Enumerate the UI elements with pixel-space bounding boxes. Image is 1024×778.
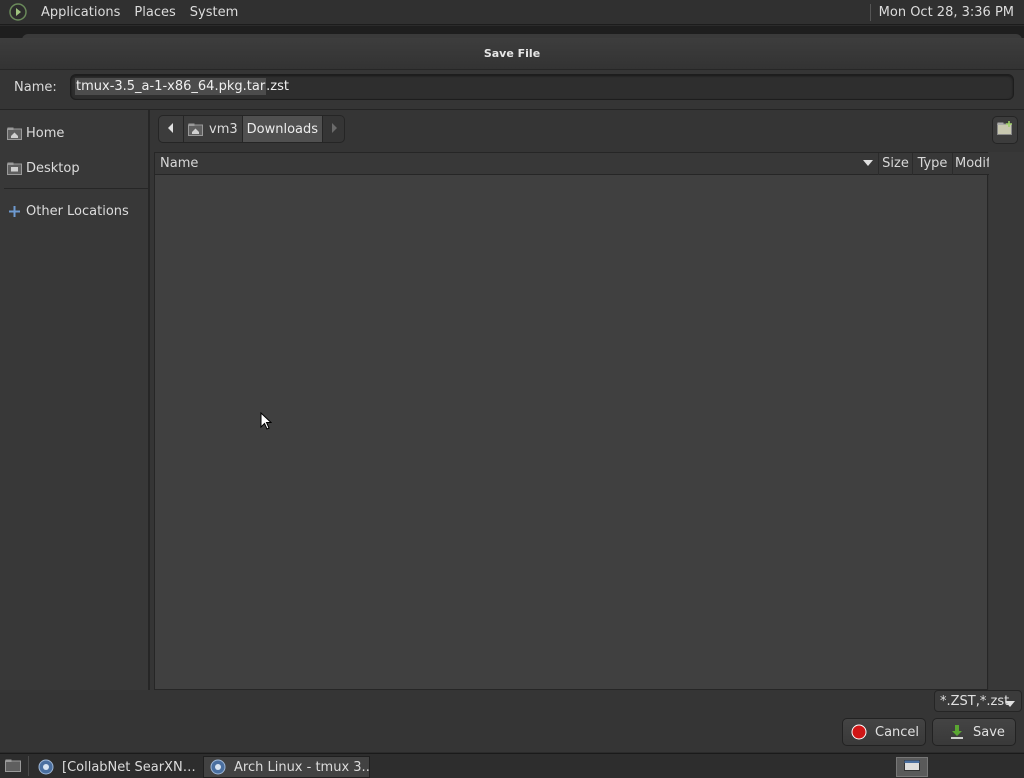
cancel-icon: [851, 724, 867, 740]
show-desktop-button[interactable]: [2, 758, 24, 776]
workspace-switcher-1[interactable]: [896, 757, 928, 777]
column-header-size[interactable]: Size: [879, 152, 913, 175]
dialog-title: Save File: [483, 47, 541, 60]
browser-icon: [210, 759, 226, 775]
save-file-dialog: Save File Name: tmux-3.5_a-1-x86_64.pkg.…: [0, 38, 1024, 752]
download-icon: [949, 724, 965, 740]
filename-input[interactable]: tmux-3.5_a-1-x86_64.pkg.tar.zst: [70, 74, 1014, 100]
sort-descending-icon: [863, 153, 873, 175]
desktop-folder-icon: [6, 160, 22, 176]
sidebar-item-label: Home: [26, 125, 65, 141]
column-header-label: Name: [160, 155, 199, 171]
new-folder-icon: [997, 121, 1013, 139]
menu-applications[interactable]: Applications: [34, 0, 127, 25]
save-button[interactable]: Save: [932, 718, 1016, 746]
sidebar-item-home[interactable]: Home: [0, 118, 148, 148]
column-header-row: Name Size Type Modified: [155, 152, 989, 175]
sidebar-item-desktop[interactable]: Desktop: [0, 153, 148, 183]
sidebar-item-label: Other Locations: [26, 203, 129, 219]
sidebar-item-label: Desktop: [26, 160, 80, 176]
save-button-label: Save: [973, 724, 1005, 740]
path-segment-downloads[interactable]: Downloads: [242, 115, 324, 143]
sidebar-item-other-locations[interactable]: Other Locations: [0, 196, 148, 226]
new-folder-button[interactable]: [992, 116, 1018, 144]
path-forward-button[interactable]: [323, 115, 346, 143]
chevron-down-icon: [1005, 697, 1015, 712]
filter-selected-value: *.ZST,*.zst: [940, 693, 1010, 709]
workspace-window-icon: [904, 759, 920, 775]
home-folder-icon: [188, 123, 203, 136]
menu-system[interactable]: System: [183, 0, 245, 25]
path-bar: vm3 Downloads: [158, 114, 346, 144]
column-header-name[interactable]: Name: [155, 152, 879, 175]
path-segment-label: Downloads: [246, 121, 319, 137]
taskbar-separator: [28, 756, 29, 776]
column-header-label: Size: [882, 155, 909, 171]
file-list[interactable]: Name Size Type Modified: [154, 152, 989, 690]
name-row: Name: tmux-3.5_a-1-x86_64.pkg.tar.zst: [0, 74, 1024, 102]
taskbar-item-label: [CollabNet SearXN…: [62, 759, 196, 775]
taskbar-item-label: Arch Linux - tmux 3.…: [234, 759, 370, 775]
background-window-strip: [0, 26, 1024, 44]
taskbar-item-arch-linux[interactable]: Arch Linux - tmux 3.…: [203, 756, 370, 778]
filename-extension-text: .zst: [266, 79, 289, 94]
path-segment-vm3[interactable]: vm3: [184, 115, 243, 143]
path-back-button[interactable]: [158, 115, 184, 143]
places-sidebar: Home Desktop Other Locations: [0, 110, 150, 690]
taskbar-item-collabnet[interactable]: [CollabNet SearXN…: [32, 756, 196, 778]
list-scroll-gutter: [989, 152, 1024, 690]
panel-separator: [869, 3, 871, 21]
cancel-button[interactable]: Cancel: [842, 718, 926, 746]
dialog-titlebar[interactable]: Save File: [0, 38, 1024, 70]
home-folder-icon: [6, 125, 22, 141]
taskbar: [CollabNet SearXN… Arch Linux - tmux 3.…: [0, 753, 1024, 778]
sidebar-divider: [4, 188, 148, 189]
filename-selected-text: tmux-3.5_a-1-x86_64.pkg.tar: [75, 78, 267, 95]
cancel-button-label: Cancel: [875, 724, 920, 740]
show-desktop-icon: [5, 759, 21, 776]
top-panel: Applications Places System Mon Oct 28, 3…: [0, 0, 1024, 25]
path-segment-label: vm3: [209, 121, 238, 137]
menu-places[interactable]: Places: [127, 0, 182, 25]
applications-logo-icon[interactable]: [8, 2, 28, 22]
column-header-modified[interactable]: Modified: [953, 153, 989, 175]
divider: [0, 109, 1024, 110]
workspace-switcher-2[interactable]: [928, 757, 960, 777]
column-header-type[interactable]: Type: [913, 152, 953, 175]
chevron-right-icon: [330, 122, 338, 137]
column-header-label: Modified: [955, 155, 989, 171]
name-label: Name:: [14, 80, 57, 95]
column-header-label: Type: [917, 155, 948, 171]
file-type-filter-select[interactable]: *.ZST,*.zst: [934, 690, 1022, 712]
browser-icon: [38, 759, 54, 775]
chevron-left-icon: [167, 122, 175, 137]
clock[interactable]: Mon Oct 28, 3:36 PM: [879, 5, 1024, 20]
mouse-cursor-icon: [260, 411, 273, 436]
plus-icon: [6, 203, 22, 219]
